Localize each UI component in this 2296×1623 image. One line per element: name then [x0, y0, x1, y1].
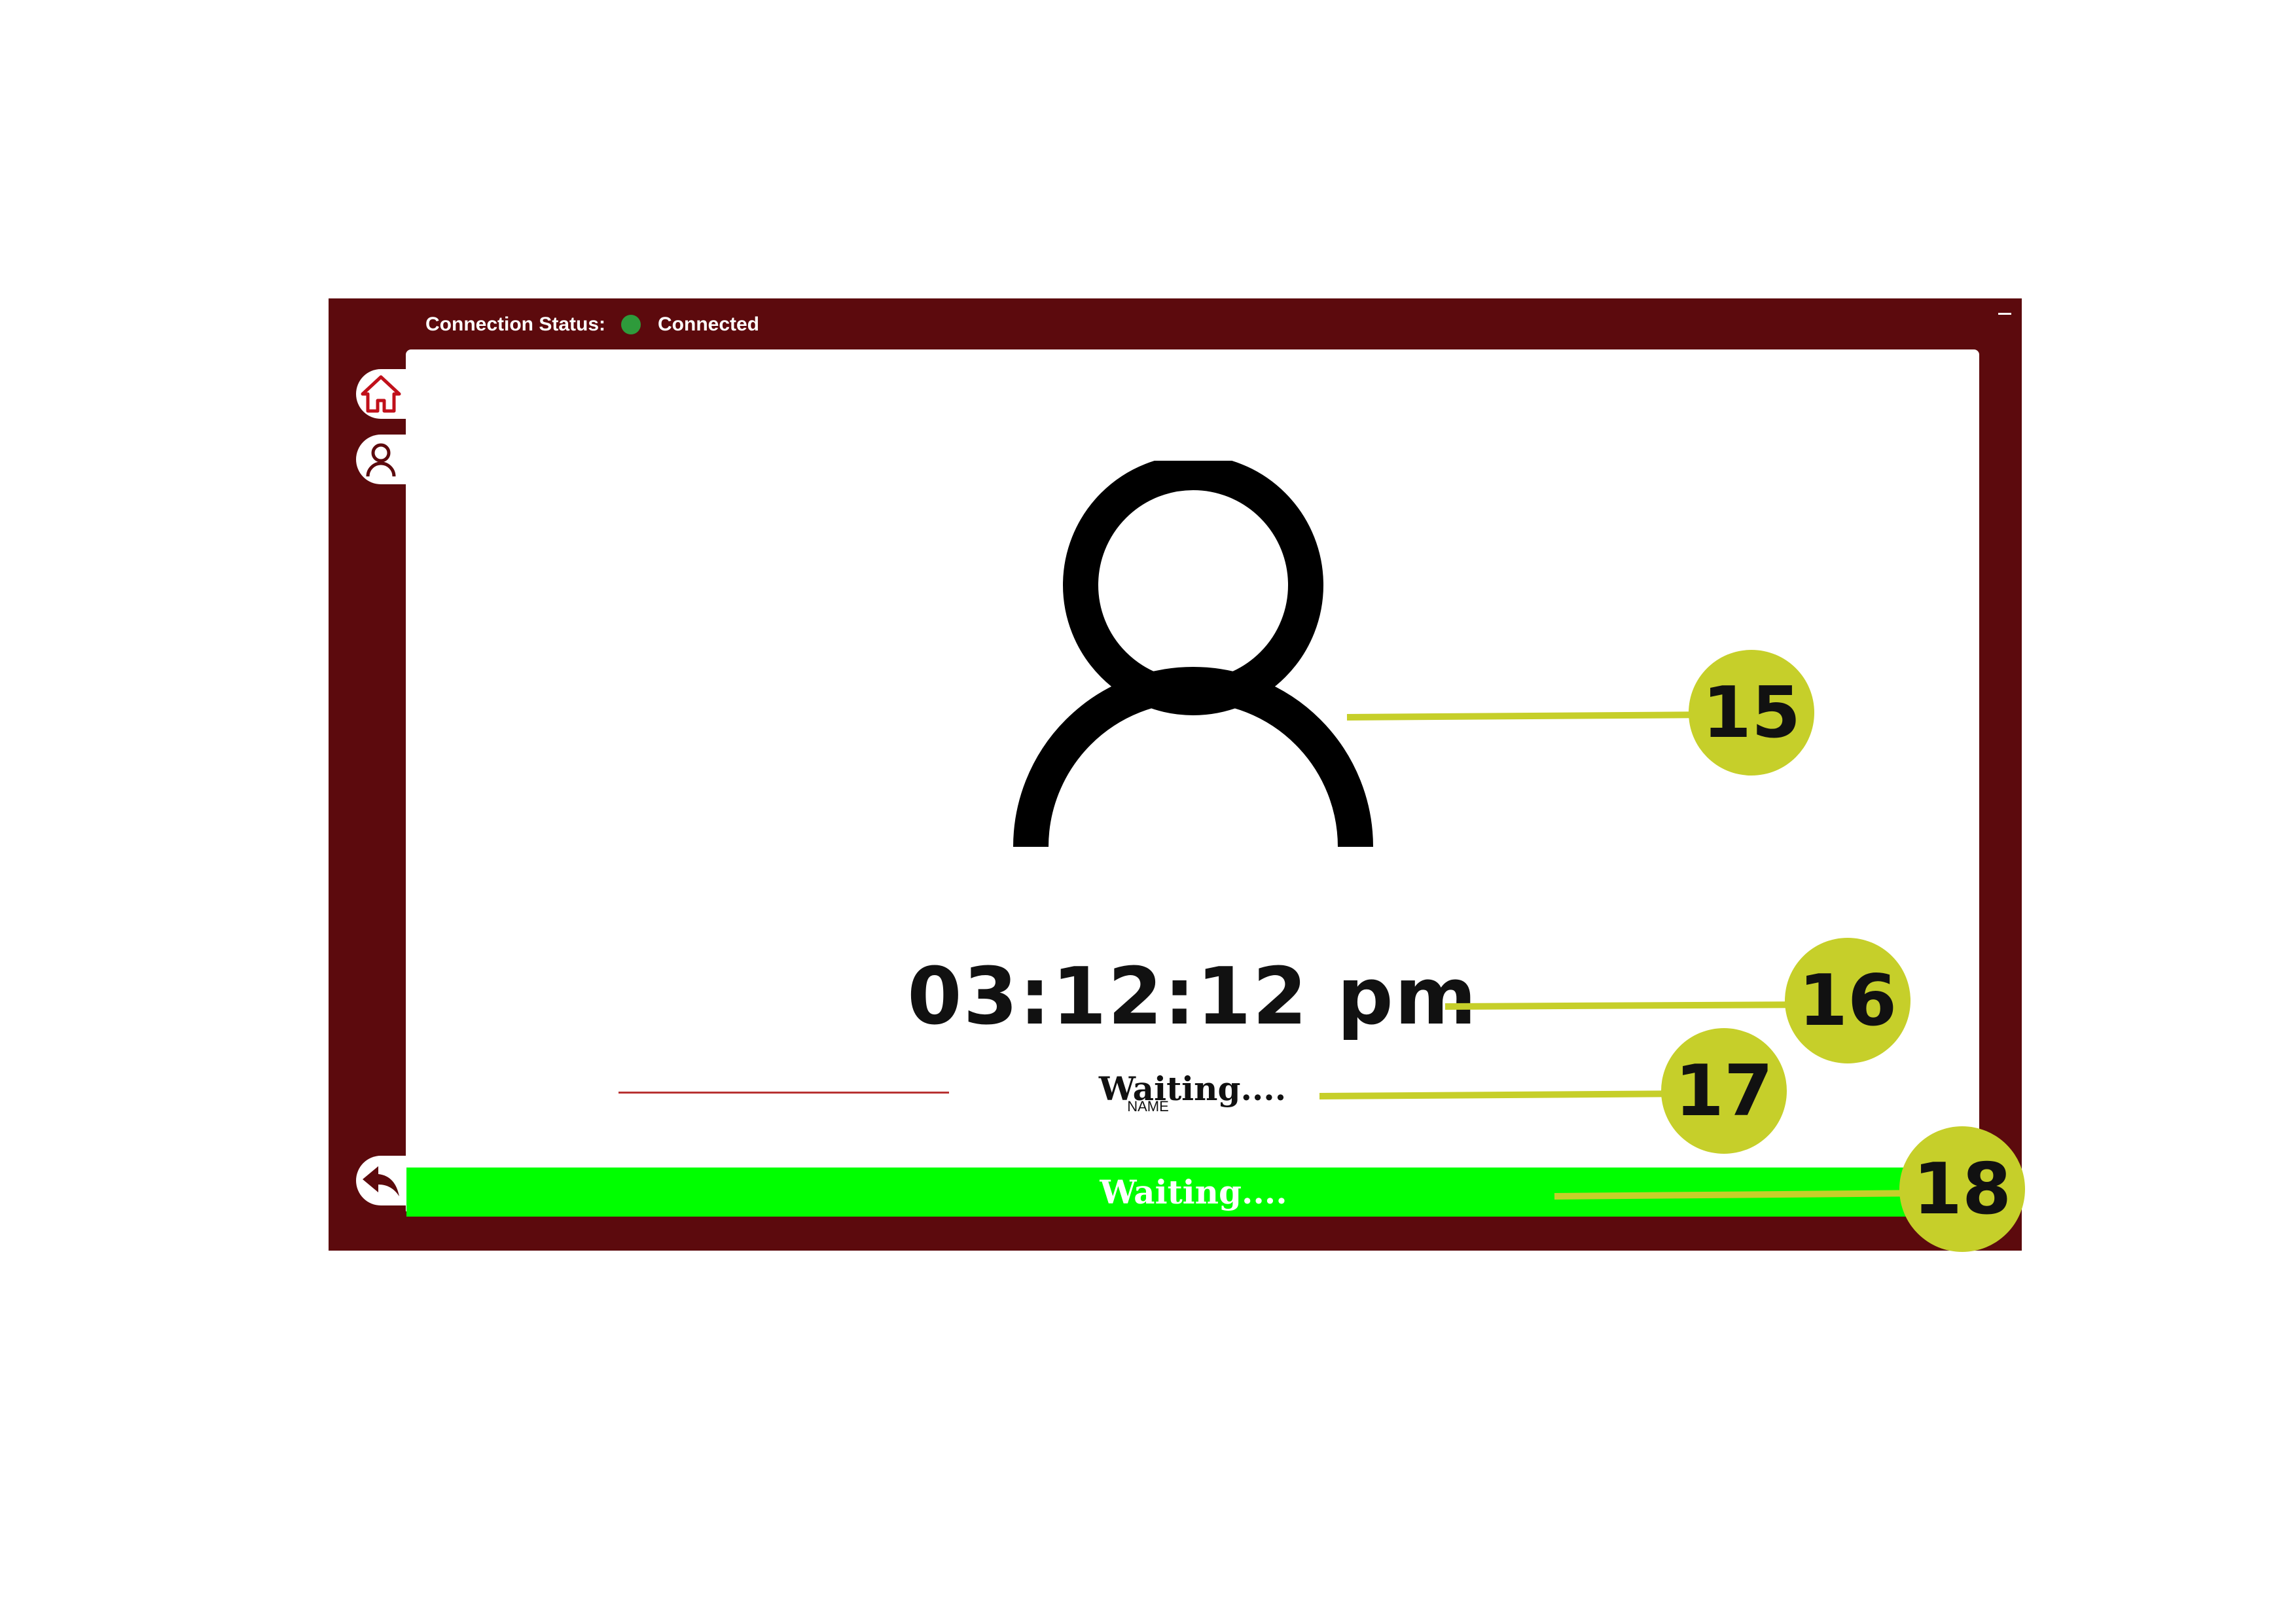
avatar — [1013, 455, 1373, 847]
back-arrow-icon — [363, 1166, 399, 1196]
sidebar-profile-button[interactable] — [356, 435, 406, 484]
status-bar-text: Waiting.... — [1100, 1173, 1287, 1211]
user-icon — [1013, 455, 1373, 847]
home-icon — [361, 375, 401, 413]
name-caption: NAME — [1127, 1098, 1169, 1115]
callout-badge-18: 18 — [1899, 1126, 2025, 1252]
callout-badge-16: 16 — [1785, 938, 1910, 1063]
sidebar-home-button[interactable] — [356, 369, 406, 419]
connection-status: Connection Status: Connected — [425, 309, 759, 340]
callout-badge-17: 17 — [1661, 1028, 1787, 1154]
connection-status-label: Connection Status: — [425, 313, 605, 335]
sidebar-back-button[interactable] — [356, 1156, 406, 1205]
user-icon — [366, 443, 396, 477]
clock-display: 03:12:12 pm — [907, 952, 1478, 1043]
connection-status-value: Connected — [658, 313, 760, 335]
status-indicator-dot — [621, 315, 641, 334]
callout-badge-15: 15 — [1689, 650, 1814, 776]
name-underline — [619, 1092, 949, 1094]
minimize-button[interactable] — [1998, 306, 2011, 315]
